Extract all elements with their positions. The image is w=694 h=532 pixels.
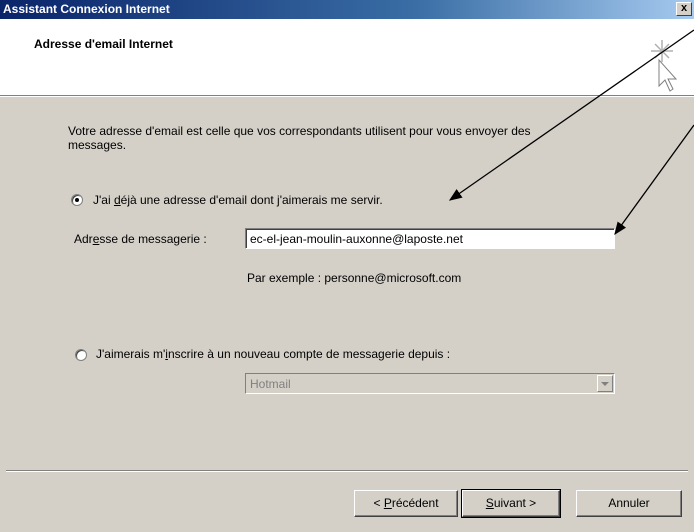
header-panel bbox=[0, 19, 694, 96]
radio-selected-dot bbox=[75, 198, 79, 202]
footer-separator bbox=[6, 470, 688, 472]
back-button[interactable]: < Précédent bbox=[354, 490, 458, 517]
close-button[interactable]: x bbox=[676, 2, 692, 16]
example-hint: Par exemple : personne@microsoft.com bbox=[247, 271, 462, 285]
annotation-arrow-to-email bbox=[614, 124, 694, 236]
provider-dropdown-button[interactable] bbox=[597, 375, 613, 392]
next-button[interactable]: Suivant > bbox=[461, 489, 561, 518]
existing-address-label[interactable]: J'ai déjà une adresse d'email dont j'aim… bbox=[93, 193, 383, 207]
email-address-input[interactable]: ec-el-jean-moulin-auxonne@laposte.net bbox=[245, 228, 615, 249]
title-bar[interactable]: Assistant Connexion Internet x bbox=[0, 0, 694, 19]
intro-text-line2: messages. bbox=[68, 138, 127, 152]
new-account-label[interactable]: J'aimerais m'inscrire à un nouveau compt… bbox=[96, 347, 450, 361]
email-field-label: Adresse de messagerie : bbox=[74, 232, 207, 246]
provider-select-value: Hotmail bbox=[250, 377, 291, 391]
intro-text-line1: Votre adresse d'email est celle que vos … bbox=[68, 124, 531, 138]
header-divider bbox=[0, 96, 694, 97]
page-title: Adresse d'email Internet bbox=[34, 37, 173, 51]
provider-select[interactable]: Hotmail bbox=[245, 373, 615, 394]
cancel-button[interactable]: Annuler bbox=[576, 490, 682, 517]
existing-address-radio[interactable] bbox=[71, 194, 83, 206]
window-title: Assistant Connexion Internet bbox=[3, 2, 170, 16]
wizard-cursor-sparkle-icon bbox=[651, 40, 678, 92]
wizard-window: Assistant Connexion Internet x Adresse d… bbox=[0, 0, 694, 532]
new-account-radio[interactable] bbox=[75, 349, 87, 361]
chevron-down-icon bbox=[601, 382, 609, 386]
